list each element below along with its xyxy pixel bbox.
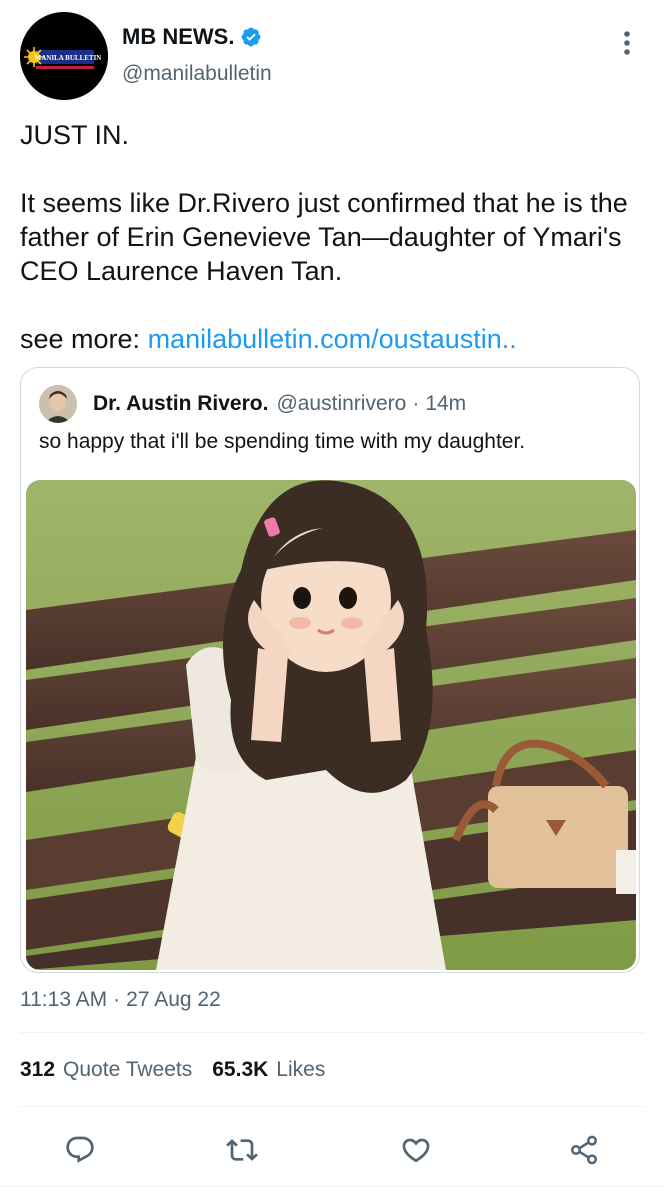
svg-text:MANILA BULLETIN: MANILA BULLETIN — [35, 54, 102, 62]
tweet-see-more: see more: manilabulletin.com/oustaustin.… — [20, 322, 644, 356]
quoted-time: 14m — [425, 392, 467, 415]
author-name-row: MB NEWS. — [122, 24, 262, 50]
tweet-timestamp[interactable]: 11:13 AM · 27 Aug 22 — [20, 988, 221, 1012]
like-button[interactable] — [396, 1130, 436, 1170]
retweet-icon — [226, 1139, 258, 1161]
tweet-stats: 312 Quote Tweets 65.3K Likes — [20, 1058, 337, 1082]
retweet-button[interactable] — [222, 1130, 262, 1170]
share-icon — [571, 1135, 597, 1165]
quoted-author-handle[interactable]: @austinrivero — [276, 392, 406, 416]
tweet-date: 27 Aug 22 — [126, 988, 221, 1011]
author-handle[interactable]: @manilabulletin — [122, 62, 272, 86]
quoted-tweet-header: Dr. Austin Rivero. @austinrivero · 14m — [39, 384, 466, 424]
verified-badge-icon — [242, 27, 261, 47]
quoted-author-name[interactable]: Dr. Austin Rivero. — [93, 392, 268, 416]
quoted-tweet-photo[interactable] — [26, 480, 636, 970]
share-button[interactable] — [564, 1130, 604, 1170]
manila-bulletin-logo-icon: MANILA BULLETIN — [20, 12, 108, 100]
divider-top — [20, 1032, 644, 1033]
likes-label[interactable]: Likes — [276, 1058, 325, 1082]
quoted-tweet-text: so happy that i'll be spending time with… — [39, 430, 526, 453]
likes-count[interactable]: 65.3K — [212, 1058, 268, 1082]
reply-button[interactable] — [60, 1130, 100, 1170]
heart-icon — [402, 1138, 430, 1163]
quote-tweets-count[interactable]: 312 — [20, 1058, 55, 1082]
tweet-time: 11:13 AM — [20, 988, 108, 1011]
see-more-link[interactable]: manilabulletin.com/oustaustin.. — [148, 324, 517, 354]
quoted-tweet[interactable]: Dr. Austin Rivero. @austinrivero · 14m s… — [20, 367, 640, 973]
tweet-detail-page: MANILA BULLETIN MB NEWS. @manilabulletin… — [0, 0, 664, 1200]
tweet-line-body: It seems like Dr.Rivero just confirmed t… — [20, 188, 628, 286]
see-more-label: see more: — [20, 324, 148, 354]
timestamp-separator: · — [113, 988, 121, 1011]
reply-icon — [66, 1136, 94, 1163]
author-display-name[interactable]: MB NEWS. — [122, 24, 234, 50]
quoted-separator: · — [412, 392, 420, 415]
girl-on-bench-photo-icon — [26, 480, 636, 970]
kebab-menu-icon[interactable] — [612, 26, 642, 60]
quoted-author-avatar[interactable] — [39, 385, 77, 423]
tweet-line-just-in: JUST IN. — [20, 120, 130, 150]
tweet-action-bar — [0, 1118, 664, 1178]
divider-bottom — [20, 1106, 644, 1107]
bottom-edge — [0, 1186, 664, 1200]
author-avatar[interactable]: MANILA BULLETIN — [20, 12, 108, 100]
quote-tweets-label[interactable]: Quote Tweets — [63, 1058, 192, 1082]
tweet-text: JUST IN. It seems like Dr.Rivero just co… — [20, 118, 644, 356]
